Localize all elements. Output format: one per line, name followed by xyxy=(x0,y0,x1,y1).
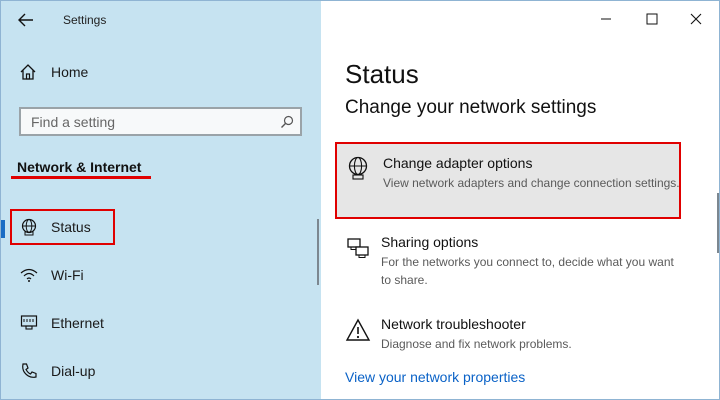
minimize-button[interactable] xyxy=(583,1,629,37)
sidebar-scrollbar[interactable] xyxy=(317,219,319,285)
status-highlight-annotation xyxy=(10,209,115,245)
view-network-properties-link[interactable]: View your network properties xyxy=(345,369,525,385)
back-arrow-icon xyxy=(18,13,33,27)
title-bar: Settings xyxy=(1,1,321,39)
search-input[interactable] xyxy=(21,112,273,131)
option-title: Sharing options xyxy=(381,234,479,250)
home-nav[interactable]: Home xyxy=(19,63,88,81)
sidebar-item-ethernet[interactable]: Ethernet xyxy=(1,303,321,343)
option-description: Diagnose and fix network problems. xyxy=(381,337,572,351)
adapter-icon xyxy=(347,156,373,182)
sidebar-item-dialup[interactable]: Dial-up xyxy=(1,351,321,391)
back-button[interactable] xyxy=(7,1,45,39)
settings-window: Settings Home Network & Internet xyxy=(0,0,720,400)
home-icon xyxy=(20,64,36,80)
main-pane: Status Change your network settings Chan… xyxy=(321,1,719,399)
sidebar-item-label: Wi-Fi xyxy=(51,267,84,283)
app-title: Settings xyxy=(63,13,107,27)
ethernet-icon xyxy=(19,313,39,333)
search-box[interactable] xyxy=(19,107,302,136)
maximize-icon xyxy=(646,13,658,25)
section-underline-annotation xyxy=(11,176,151,179)
sidebar: Settings Home Network & Internet xyxy=(1,1,321,399)
minimize-icon xyxy=(601,18,611,20)
warning-icon xyxy=(345,317,371,343)
sidebar-item-label: Ethernet xyxy=(51,315,104,331)
main-scrollbar[interactable] xyxy=(717,193,719,253)
maximize-button[interactable] xyxy=(629,1,675,37)
page-title: Status xyxy=(345,59,419,89)
option-title: Change adapter options xyxy=(383,155,533,171)
change-adapter-options[interactable]: Change adapter options View network adap… xyxy=(335,142,681,219)
network-troubleshooter[interactable]: Network troubleshooter Diagnose and fix … xyxy=(335,315,681,353)
option-description: For the networks you connect to, decide … xyxy=(381,255,674,287)
close-button[interactable] xyxy=(673,1,719,37)
phone-icon xyxy=(19,361,39,381)
sidebar-item-wifi[interactable]: Wi-Fi xyxy=(1,255,321,295)
sharing-icon xyxy=(345,235,371,261)
section-title: Network & Internet xyxy=(17,159,142,175)
sharing-options[interactable]: Sharing options For the networks you con… xyxy=(335,233,681,289)
option-description: View network adapters and change connect… xyxy=(383,176,680,190)
close-icon xyxy=(690,13,702,25)
option-title: Network troubleshooter xyxy=(381,316,526,332)
sidebar-item-label: Dial-up xyxy=(51,363,96,379)
page-subtitle: Change your network settings xyxy=(345,97,597,118)
search-icon[interactable] xyxy=(280,115,294,129)
home-label: Home xyxy=(51,64,89,80)
wifi-icon xyxy=(19,265,39,285)
